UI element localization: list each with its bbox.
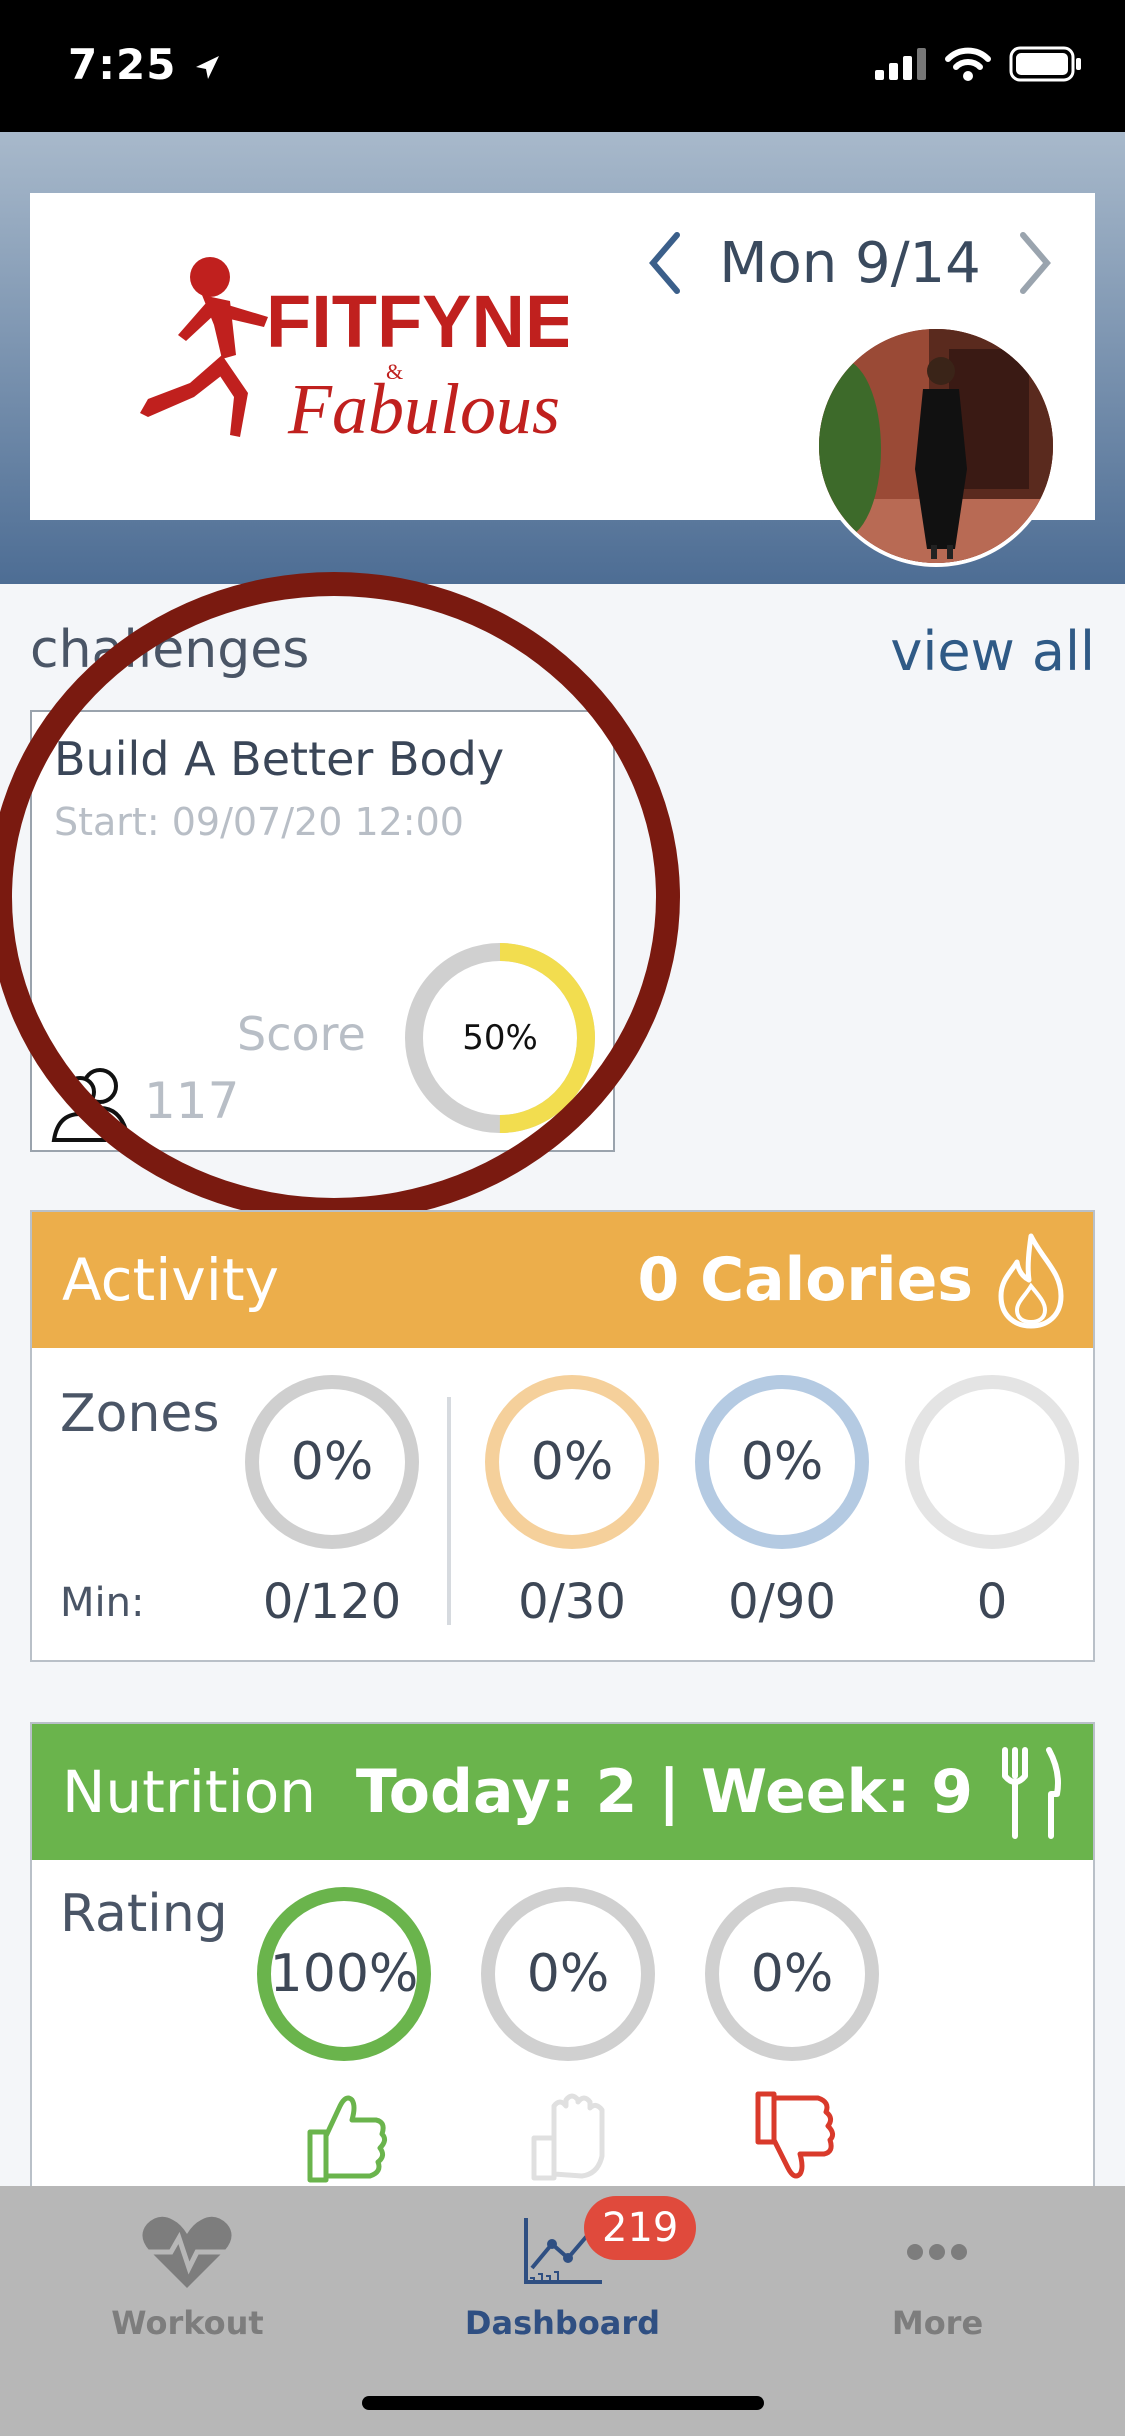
nutrition-header: Nutrition Today: 2 | Week: 9 [32, 1724, 1093, 1860]
previous-day-button[interactable] [630, 218, 700, 308]
runner-icon [140, 257, 268, 437]
location-arrow-icon [196, 55, 220, 79]
rating-label: Rating [60, 1884, 228, 1944]
zone-ring: 0% [242, 1372, 422, 1552]
zone-ring [902, 1372, 1082, 1552]
rating-percent: 0% [750, 1944, 834, 2004]
view-all-link[interactable]: view all [890, 620, 1095, 683]
thumbs-neutral-icon[interactable] [524, 2086, 614, 2186]
members-icon [51, 1068, 131, 1142]
chevron-left-icon [649, 232, 680, 294]
rating-percent: 100% [269, 1944, 419, 2004]
zone-ring: 0% [692, 1372, 872, 1552]
signal-icon [875, 48, 926, 80]
zone-percent: 0% [740, 1432, 824, 1492]
thumbs-down-icon[interactable] [748, 2086, 838, 2186]
activity-title: Activity [62, 1246, 279, 1314]
next-day-button[interactable] [1000, 218, 1070, 308]
date-navigator: Mon 9/14 [630, 218, 1070, 308]
status-bar: 7:25 [0, 0, 1125, 132]
flame-icon [998, 1233, 1064, 1329]
rating-percent: 0% [526, 1944, 610, 2004]
activity-header: Activity 0 Calories [32, 1212, 1093, 1348]
clock-text: 7:25 [68, 40, 177, 89]
zone-minutes: 0/90 [728, 1574, 836, 1630]
nutrition-panel[interactable]: Nutrition Today: 2 | Week: 9 Rating 100%… [30, 1722, 1095, 2202]
notification-badge: 219 [584, 2196, 697, 2260]
svg-text:Fabulous: Fabulous [287, 369, 560, 449]
profile-avatar[interactable] [815, 325, 1057, 567]
current-date: Mon 9/14 [719, 230, 981, 296]
activity-panel[interactable]: Activity 0 Calories Zones Min: 0% 0% 0% … [30, 1210, 1095, 1662]
zone-minutes: 0/30 [518, 1574, 626, 1630]
zone-minutes: 0 [976, 1574, 1008, 1630]
app-screen: 7:25 FITFYNE & Fabulous Mon 9/14 challen… [0, 0, 1125, 2436]
nutrition-summary: Today: 2 | Week: 9 [355, 1757, 973, 1827]
challenges-title: challenges [30, 620, 310, 680]
status-icons [875, 46, 1083, 82]
tab-dashboard[interactable]: Dashboard [375, 2186, 750, 2376]
status-time: 7:25 [68, 40, 222, 89]
tab-label: Dashboard [464, 2304, 661, 2342]
challenge-card[interactable]: Build A Better Body Start: 09/07/20 12:0… [30, 710, 615, 1152]
zone-minutes: 0/120 [262, 1574, 402, 1630]
score-label: Score [237, 1007, 366, 1061]
calories-value: 0 Calories [637, 1245, 973, 1315]
thumbs-up-icon[interactable] [300, 2086, 390, 2186]
brand-logo: FITFYNE & Fabulous [140, 257, 568, 449]
tab-workout[interactable]: Workout [0, 2186, 375, 2376]
wifi-icon [945, 47, 991, 81]
battery-icon [1009, 46, 1081, 82]
zone-divider [447, 1397, 451, 1625]
tab-more[interactable]: More [750, 2186, 1125, 2376]
more-dots-icon [907, 2244, 967, 2260]
heart-pulse-icon [142, 2216, 232, 2288]
zone-percent [902, 1372, 1082, 1552]
rating-ring: 0% [702, 1884, 882, 2064]
home-indicator[interactable] [362, 2396, 764, 2410]
fork-knife-icon [1002, 1747, 1061, 1839]
score-ring: 50% [402, 940, 598, 1136]
zones-label: Zones [60, 1384, 220, 1444]
nutrition-title: Nutrition [62, 1758, 316, 1826]
challenge-name: Build A Better Body [54, 732, 505, 786]
challenge-start: Start: 09/07/20 12:00 [54, 800, 464, 844]
rating-ring: 100% [254, 1884, 434, 2064]
svg-text:FITFYNE: FITFYNE [266, 280, 568, 363]
tab-label: Workout [111, 2304, 264, 2342]
chevron-right-icon [1020, 232, 1051, 294]
zone-percent: 0% [290, 1432, 374, 1492]
score-value: 50% [462, 1018, 538, 1058]
min-label: Min: [60, 1580, 145, 1626]
rating-ring: 0% [478, 1884, 658, 2064]
avatar-image [819, 329, 1053, 563]
zone-ring: 0% [482, 1372, 662, 1552]
zone-percent: 0% [530, 1432, 614, 1492]
members-count: 117 [144, 1072, 240, 1130]
tab-label: More [891, 2304, 984, 2342]
